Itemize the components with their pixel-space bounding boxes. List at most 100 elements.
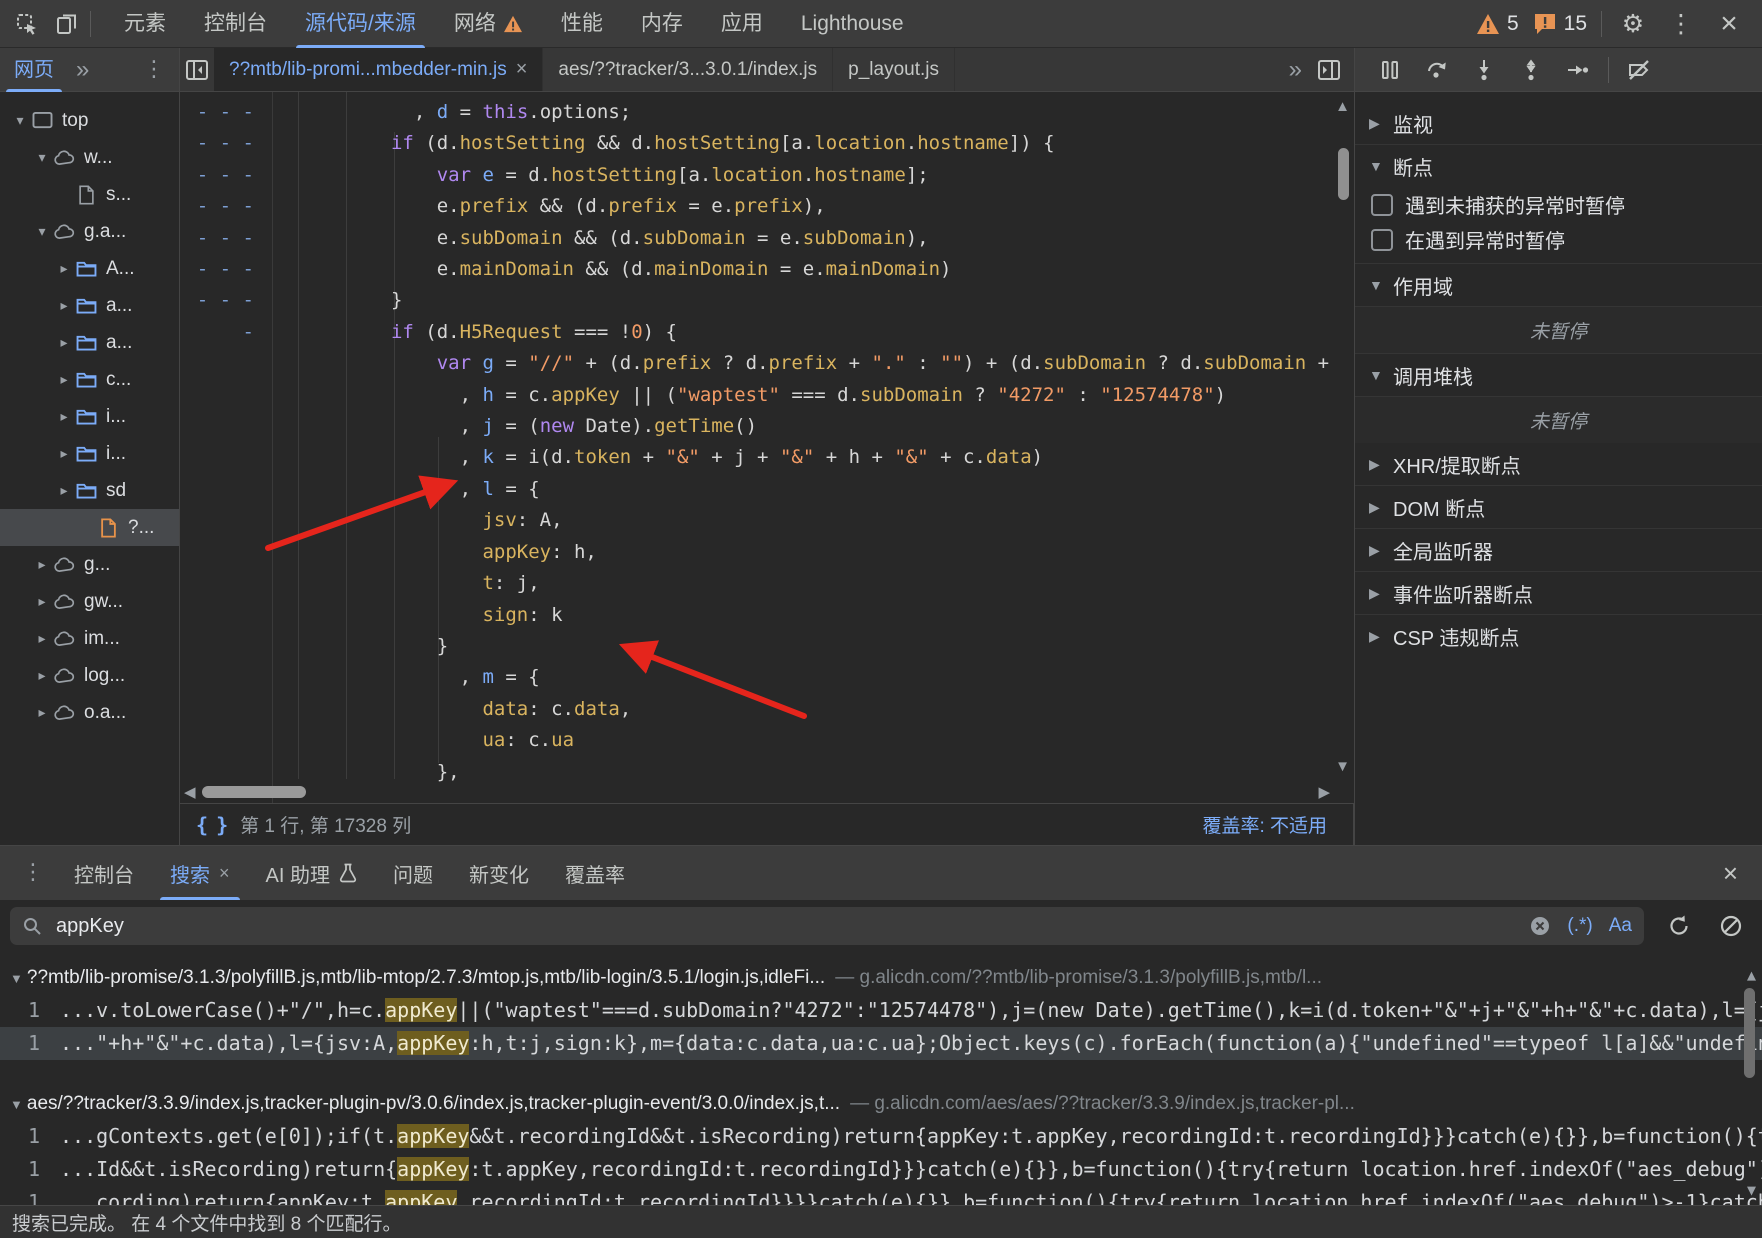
chevron-down-icon[interactable]: ▾	[32, 223, 52, 240]
tree-item-a[interactable]: ▸a...	[0, 324, 179, 361]
tree-item-g[interactable]: ▸g...	[0, 546, 179, 583]
drawer-tab-问题[interactable]: 问题	[375, 846, 451, 900]
tree-item-s[interactable]: s...	[0, 176, 179, 213]
chevron-down-icon[interactable]: ▾	[10, 112, 30, 129]
horizontal-scrollbar[interactable]: ◀ ▶	[180, 781, 1354, 803]
drawer-tab-控制台[interactable]: 控制台	[56, 846, 152, 900]
drawer-tab-覆盖率[interactable]: 覆盖率	[547, 846, 643, 900]
main-tab-内存[interactable]: 内存	[622, 0, 702, 48]
main-tab-网络[interactable]: 网络	[435, 0, 542, 48]
chevron-right-icon[interactable]: ▸	[32, 630, 52, 647]
main-tab-控制台[interactable]: 控制台	[185, 0, 286, 48]
step-out-icon[interactable]	[1514, 53, 1548, 87]
sidebar-menu-icon[interactable]: ⋮	[137, 59, 171, 81]
kebab-menu-icon[interactable]: ⋮	[1664, 7, 1698, 41]
section-XHR[interactable]: ▶XHR/提取断点	[1355, 443, 1762, 485]
search-box[interactable]: (.*) Aa	[10, 907, 1644, 945]
chevron-right-icon[interactable]: ▸	[32, 704, 52, 721]
main-tab-元素[interactable]: 元素	[105, 0, 185, 48]
device-toolbar-icon[interactable]	[50, 7, 84, 41]
section-scope[interactable]: ▼ 作用域	[1355, 263, 1762, 306]
chevron-right-icon[interactable]: ▸	[54, 482, 74, 499]
editor-tab[interactable]: ??mtb/lib-promi...mbedder-min.js×	[214, 48, 543, 91]
checkbox[interactable]	[1371, 229, 1393, 251]
scroll-up-icon[interactable]: ▲	[1335, 98, 1350, 115]
checkbox[interactable]	[1371, 194, 1393, 216]
step-icon[interactable]	[1561, 53, 1595, 87]
section-[interactable]: ▶事件监听器断点	[1355, 571, 1762, 614]
search-match-row[interactable]: 1..."+h+"&"+c.data),l={jsv:A,appKey:h,t:…	[0, 1027, 1762, 1060]
tree-item-top[interactable]: ▾top	[0, 102, 179, 139]
scroll-down-icon[interactable]: ▼	[1335, 758, 1350, 775]
search-input[interactable]	[54, 914, 1529, 939]
section-breakpoints[interactable]: ▼ 断点	[1355, 144, 1762, 187]
pause-script-icon[interactable]	[1373, 53, 1407, 87]
regex-toggle[interactable]: (.*)	[1567, 915, 1592, 937]
tree-item-gw[interactable]: ▸gw...	[0, 583, 179, 620]
horizontal-scrollbar-thumb[interactable]	[202, 786, 306, 798]
chevron-right-icon[interactable]: ▸	[32, 593, 52, 610]
main-tab-Lighthouse[interactable]: Lighthouse	[782, 0, 923, 48]
chevron-right-icon[interactable]: ▸	[54, 297, 74, 314]
tree-item-sd[interactable]: ▸sd	[0, 472, 179, 509]
tree-item-ga[interactable]: ▾g.a...	[0, 213, 179, 250]
inspect-icon[interactable]	[10, 7, 44, 41]
issues-badge[interactable]: 15	[1533, 12, 1587, 36]
sidebar-more-tabs-icon[interactable]: »	[68, 58, 97, 82]
search-match-row[interactable]: 1...Id&&t.isRecording)return{appKey:t.ap…	[0, 1153, 1762, 1186]
chevron-right-icon[interactable]: ▸	[32, 556, 52, 573]
pretty-print-icon[interactable]: { }	[196, 813, 226, 837]
search-match-row[interactable]: 1...v.toLowerCase()+"/",h=c.appKey||("wa…	[0, 994, 1762, 1027]
chevron-right-icon[interactable]: ▸	[54, 260, 74, 277]
section-DOM[interactable]: ▶DOM 断点	[1355, 485, 1762, 528]
result-file-group[interactable]: ▼??mtb/lib-promise/3.1.3/polyfillB.js,mt…	[0, 962, 1762, 994]
drawer-tab-新变化[interactable]: 新变化	[451, 846, 547, 900]
deactivate-breakpoints-icon[interactable]	[1622, 53, 1656, 87]
step-into-icon[interactable]	[1467, 53, 1501, 87]
settings-gear-icon[interactable]: ⚙	[1616, 7, 1650, 41]
clear-results-icon[interactable]	[1714, 909, 1748, 943]
pause-uncaught-exceptions-row[interactable]: 遇到未捕获的异常时暂停	[1355, 187, 1762, 222]
drawer-tab-AI助理[interactable]: AI 助理	[248, 846, 375, 900]
main-tab-源代码/来源[interactable]: 源代码/来源	[286, 0, 435, 48]
close-tab-icon[interactable]: ×	[516, 58, 528, 81]
editor-tab[interactable]: aes/??tracker/3...3.0.1/index.js	[543, 48, 833, 91]
tree-item-A[interactable]: ▸A...	[0, 250, 179, 287]
more-editor-tabs-icon[interactable]: »	[1289, 58, 1302, 82]
results-scrollbar-thumb[interactable]	[1744, 988, 1755, 1078]
scroll-down-icon[interactable]: ▼	[1747, 1181, 1756, 1199]
scroll-right-icon[interactable]: ▶	[1318, 783, 1330, 801]
error-badge[interactable]: 5	[1476, 12, 1519, 36]
scroll-left-icon[interactable]: ◀	[184, 783, 196, 801]
toggle-navigator-icon[interactable]	[180, 53, 214, 87]
drawer-tab-搜索[interactable]: 搜索×	[152, 846, 248, 900]
tree-item-i[interactable]: ▸i...	[0, 398, 179, 435]
section-[interactable]: ▶全局监听器	[1355, 528, 1762, 571]
tree-item-w[interactable]: ▾w...	[0, 139, 179, 176]
tab-page[interactable]: 网页	[0, 48, 68, 92]
tree-item-[interactable]: ?...	[0, 509, 180, 546]
chevron-right-icon[interactable]: ▸	[32, 667, 52, 684]
section-call-stack[interactable]: ▼ 调用堆栈	[1355, 353, 1762, 396]
toggle-debugger-sidebar-icon[interactable]	[1312, 53, 1346, 87]
editor-tab[interactable]: p_layout.js	[833, 48, 955, 91]
tree-item-oa[interactable]: ▸o.a...	[0, 694, 179, 731]
section-watch[interactable]: ▶ 监视	[1355, 102, 1762, 144]
search-match-row[interactable]: 1...gContexts.get(e[0]);if(t.appKey&&t.r…	[0, 1120, 1762, 1153]
main-tab-性能[interactable]: 性能	[542, 0, 622, 48]
close-devtools-icon[interactable]: ×	[1712, 7, 1746, 41]
main-tab-应用[interactable]: 应用	[702, 0, 782, 48]
result-file-group[interactable]: ▼aes/??tracker/3.3.9/index.js,tracker-pl…	[0, 1088, 1762, 1120]
scroll-up-icon[interactable]: ▲	[1747, 966, 1756, 984]
vertical-scrollbar-thumb[interactable]	[1338, 148, 1349, 200]
clear-search-icon[interactable]	[1529, 915, 1551, 937]
tree-item-im[interactable]: ▸im...	[0, 620, 179, 657]
pause-exceptions-row[interactable]: 在遇到异常时暂停	[1355, 222, 1762, 257]
step-over-icon[interactable]	[1420, 53, 1454, 87]
code-editor[interactable]: - - - - - - - - - - - - - - - - - - - - …	[180, 92, 1354, 803]
section-CSP[interactable]: ▶CSP 违规断点	[1355, 614, 1762, 657]
coverage-link[interactable]: 覆盖率: 不适用	[1202, 811, 1327, 838]
tree-item-c[interactable]: ▸c...	[0, 361, 179, 398]
chevron-right-icon[interactable]: ▸	[54, 371, 74, 388]
chevron-right-icon[interactable]: ▸	[54, 334, 74, 351]
